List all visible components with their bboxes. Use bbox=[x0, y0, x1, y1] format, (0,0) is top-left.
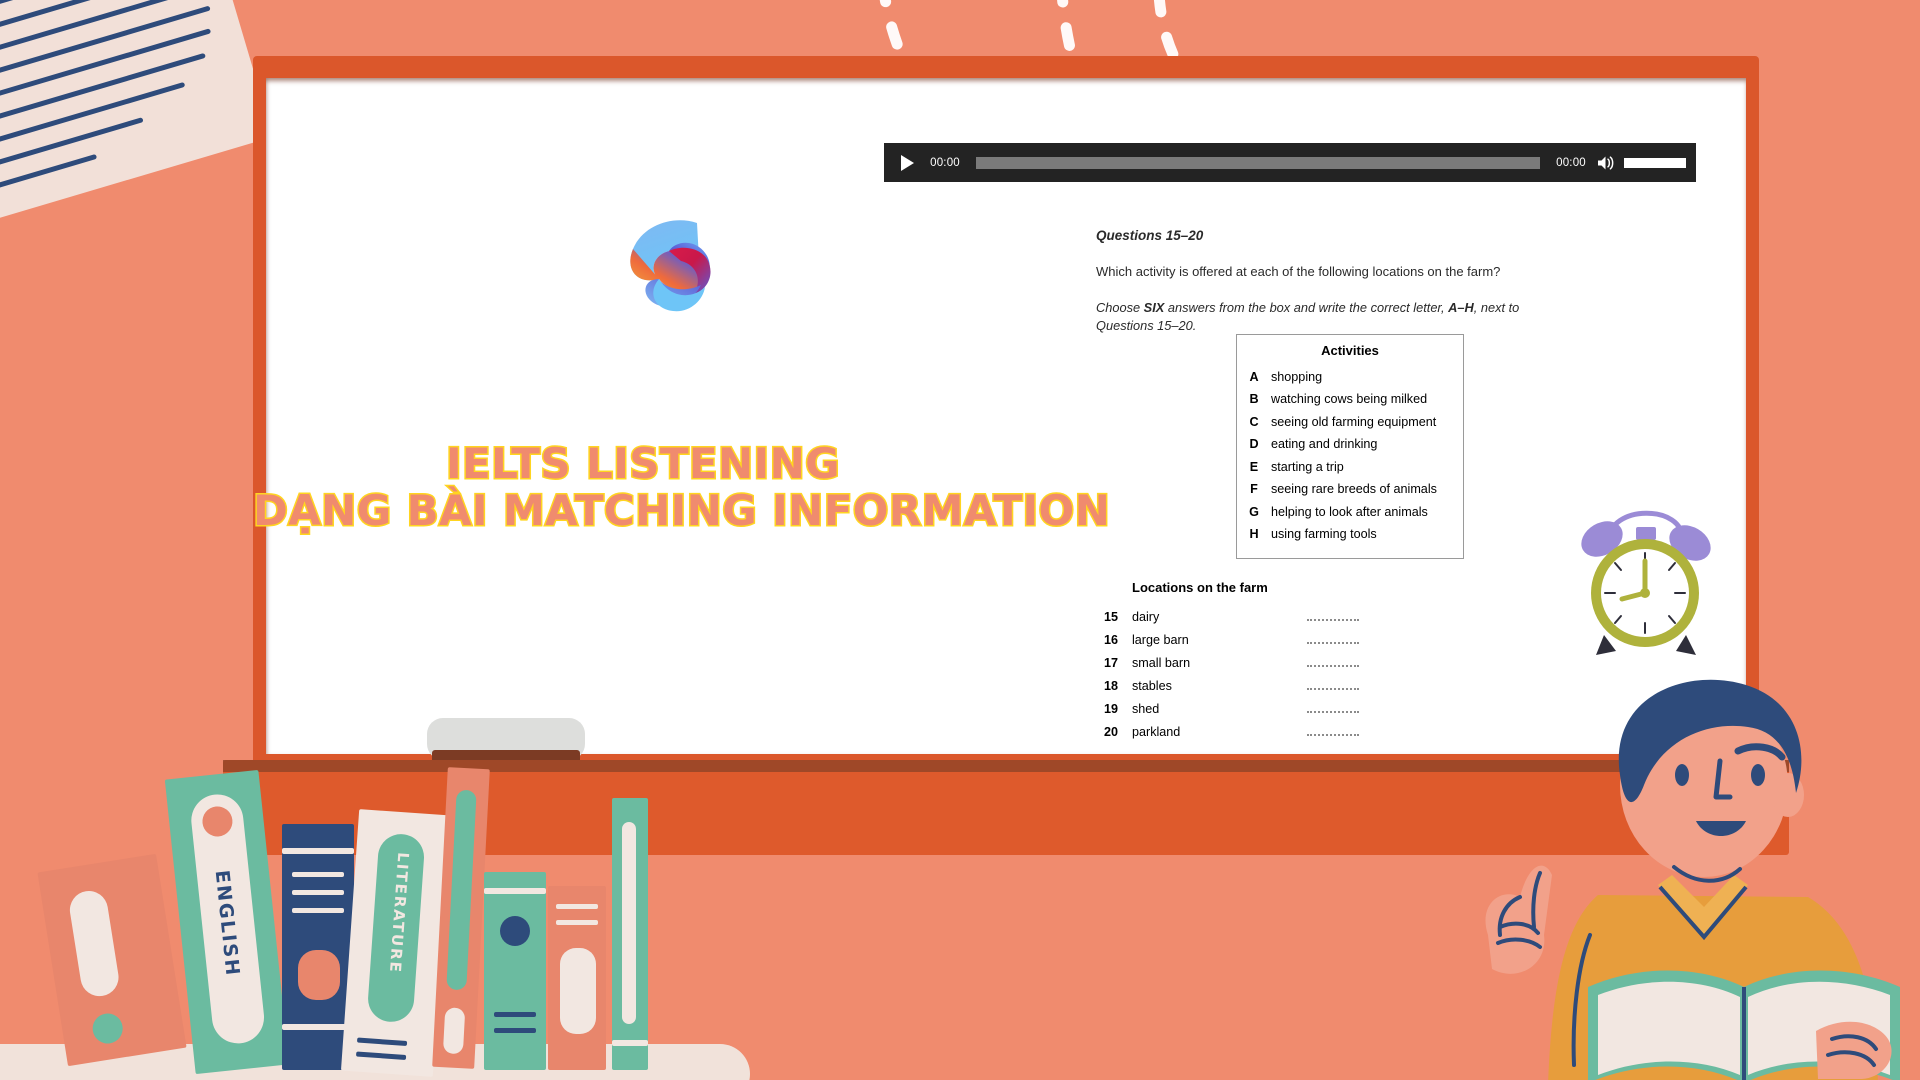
location-row: 15 dairy bbox=[1104, 605, 1524, 628]
instruction-six: SIX bbox=[1143, 300, 1165, 315]
activities-box: Activities Ashopping Bwatching cows being… bbox=[1236, 334, 1464, 560]
activity-row: Ashopping bbox=[1237, 366, 1463, 389]
play-button[interactable] bbox=[894, 150, 920, 176]
location-number: 16 bbox=[1104, 632, 1119, 647]
title-line-2: DẠNG BÀI MATCHING INFORMATION bbox=[252, 485, 1112, 536]
activity-row: Estarting a trip bbox=[1237, 456, 1463, 479]
activity-letter: E bbox=[1249, 459, 1259, 474]
progress-slider[interactable] bbox=[976, 156, 1540, 169]
activity-row: Fseeing rare breeds of animals bbox=[1237, 479, 1463, 502]
paper-sheet-front bbox=[0, 0, 274, 228]
answer-blank[interactable] bbox=[1307, 664, 1359, 667]
activity-text: shopping bbox=[1271, 369, 1323, 384]
location-name: dairy bbox=[1132, 609, 1160, 624]
instruction-letters: A–H bbox=[1448, 300, 1474, 315]
location-number: 18 bbox=[1104, 678, 1119, 693]
location-number: 19 bbox=[1104, 701, 1119, 716]
speaker-icon bbox=[1598, 155, 1614, 170]
duration-label: 00:00 bbox=[1556, 156, 1586, 169]
activity-text: watching cows being milked bbox=[1271, 392, 1428, 407]
slide-canvas: IELTS LISTENING DẠNG BÀI MATCHING INFORM… bbox=[0, 0, 1920, 1080]
book-coral-leaning bbox=[37, 853, 187, 1067]
location-name: shed bbox=[1132, 701, 1160, 716]
volume-icon[interactable] bbox=[1596, 153, 1616, 173]
location-name: large barn bbox=[1132, 632, 1189, 647]
answer-blank[interactable] bbox=[1307, 618, 1359, 621]
boy-character-illustration bbox=[1485, 679, 1900, 1080]
audio-player[interactable]: 00:00 00:00 bbox=[884, 143, 1696, 182]
location-name: stables bbox=[1132, 678, 1172, 693]
book-teal-thin-right bbox=[612, 798, 648, 1070]
volume-slider[interactable] bbox=[1624, 157, 1686, 168]
brand-logo-swirl-icon bbox=[630, 220, 711, 312]
activity-letter: C bbox=[1249, 414, 1259, 429]
activities-list: Ashopping Bwatching cows being milked Csee… bbox=[1237, 366, 1463, 546]
activity-letter: H bbox=[1249, 527, 1259, 542]
questions-prompt: Which activity is offered at each of the… bbox=[1096, 264, 1501, 279]
current-time-label: 00:00 bbox=[930, 156, 960, 169]
questions-instruction: Choose SIX answers from the box and writ… bbox=[1096, 299, 1526, 334]
answer-blank[interactable] bbox=[1307, 733, 1359, 736]
play-icon bbox=[900, 154, 914, 171]
activity-letter: G bbox=[1249, 504, 1259, 519]
activity-letter: F bbox=[1250, 482, 1258, 497]
answer-blank[interactable] bbox=[1307, 687, 1359, 690]
activity-text: seeing rare breeds of animals bbox=[1271, 482, 1437, 497]
location-number: 15 bbox=[1104, 609, 1119, 624]
activity-text: starting a trip bbox=[1271, 459, 1344, 474]
instruction-pre: Choose bbox=[1096, 300, 1144, 315]
title-line-1: IELTS LISTENING bbox=[444, 438, 841, 488]
activity-row: Bwatching cows being milked bbox=[1237, 389, 1463, 412]
activity-text: using farming tools bbox=[1271, 527, 1377, 542]
instruction-mid: answers from the box and write the corre… bbox=[1164, 300, 1449, 315]
answer-blank[interactable] bbox=[1307, 641, 1359, 644]
activity-text: eating and drinking bbox=[1271, 437, 1378, 452]
activity-letter: D bbox=[1249, 437, 1259, 452]
activity-letter: A bbox=[1249, 369, 1259, 384]
answer-blank[interactable] bbox=[1307, 710, 1359, 713]
book-salmon-right bbox=[548, 886, 606, 1070]
activity-text: helping to look after animals bbox=[1271, 504, 1428, 519]
brand-logo bbox=[613, 207, 723, 319]
book-teal-dot bbox=[484, 872, 546, 1070]
locations-title: Locations on the farm bbox=[1132, 580, 1268, 595]
location-number: 17 bbox=[1104, 655, 1119, 670]
activity-text: seeing old farming equipment bbox=[1271, 414, 1437, 429]
activity-row: Deating and drinking bbox=[1237, 434, 1463, 457]
activity-letter: B bbox=[1249, 392, 1259, 407]
location-name: small barn bbox=[1132, 655, 1191, 670]
questions-heading: Questions 15–20 bbox=[1096, 228, 1204, 243]
activity-row: Cseeing old farming equipment bbox=[1237, 411, 1463, 434]
location-name: parkland bbox=[1132, 724, 1181, 739]
page-title: IELTS LISTENING DẠNG BÀI MATCHING INFORM… bbox=[252, 438, 1112, 536]
location-number: 20 bbox=[1104, 724, 1119, 739]
activities-title: Activities bbox=[1321, 343, 1379, 358]
activity-row: Husing farming tools bbox=[1237, 524, 1463, 547]
activity-row: Ghelping to look after animals bbox=[1237, 501, 1463, 524]
